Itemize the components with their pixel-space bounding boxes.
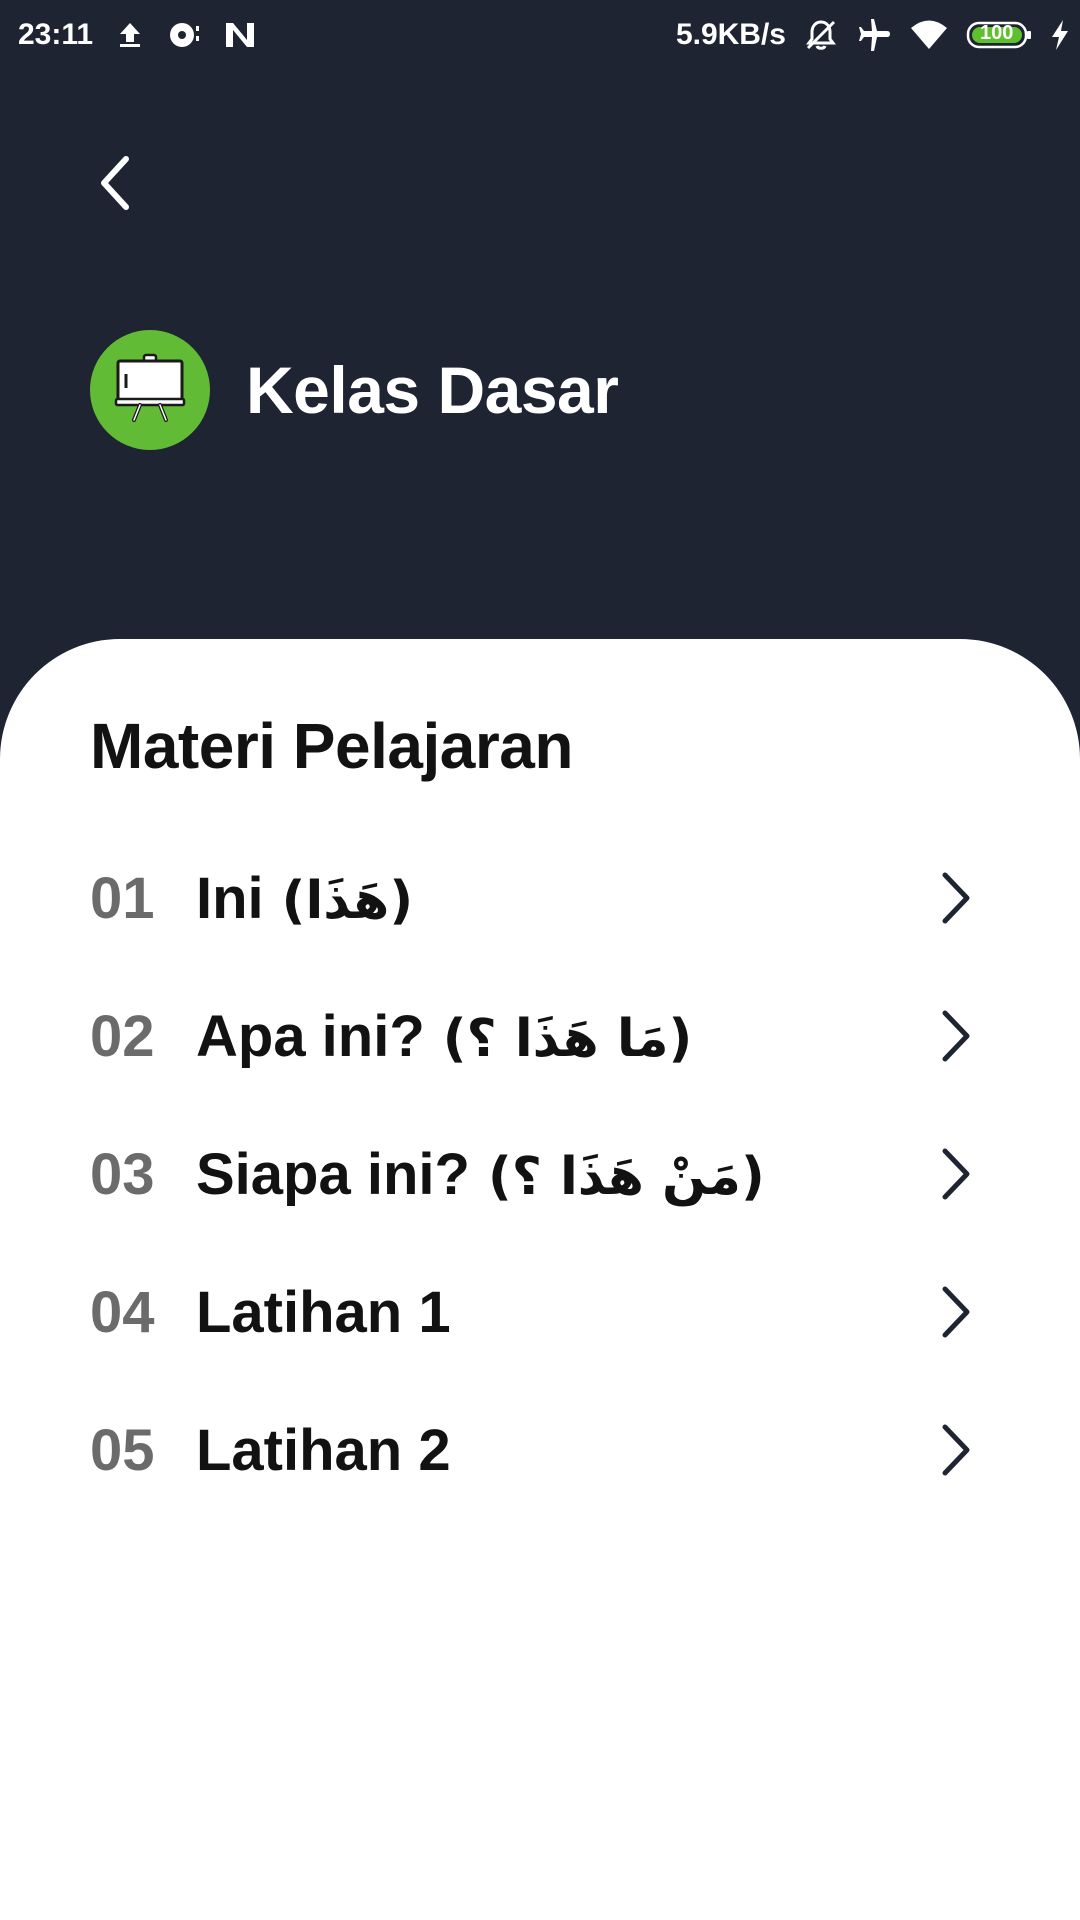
battery-icon: 100 <box>966 20 1032 50</box>
lesson-sheet: Materi Pelajaran 01 Ini (هَذَا) 02 Apa in… <box>0 639 1080 1920</box>
chevron-right-icon <box>938 1285 974 1339</box>
upload-icon <box>115 20 145 50</box>
lesson-title: Ini (هَذَا) <box>196 865 413 932</box>
lesson-title: Apa ini? (مَا هَذَا ؟) <box>196 1003 692 1070</box>
status-time: 23:11 <box>18 18 94 51</box>
chevron-right-icon <box>938 871 974 925</box>
lesson-number: 01 <box>90 865 155 931</box>
whiteboard-easel-icon <box>114 352 186 429</box>
n-logo-icon <box>223 20 257 50</box>
chevron-right-icon <box>938 1009 974 1063</box>
airplane-icon <box>856 18 892 52</box>
mute-icon <box>804 18 838 52</box>
lesson-title: Siapa ini? (مَنْ هَذَا ؟) <box>196 1141 765 1208</box>
lesson-title-text: Latihan 1 <box>196 1279 451 1345</box>
charging-icon <box>1050 19 1070 51</box>
net-speed: 5.9KB/s <box>675 18 786 51</box>
lesson-number: 05 <box>90 1417 155 1483</box>
lesson-item-04[interactable]: 04 Latihan 1 <box>0 1243 1080 1381</box>
lesson-list: 01 Ini (هَذَا) 02 Apa ini? (مَا هَذَا ؟) 0… <box>0 829 1080 1519</box>
lesson-title-text: Siapa ini? <box>196 1141 470 1207</box>
lesson-title-text: Ini <box>196 865 264 931</box>
chevron-right-icon <box>938 1423 974 1477</box>
lesson-arabic: (هَذَا) <box>281 870 414 931</box>
lesson-title-text: Latihan 2 <box>196 1417 451 1483</box>
lesson-item-03[interactable]: 03 Siapa ini? (مَنْ هَذَا ؟) <box>0 1105 1080 1243</box>
class-badge <box>90 330 210 450</box>
battery-level: 100 <box>980 22 1014 44</box>
lesson-arabic: (مَا هَذَا ؟) <box>442 1008 693 1069</box>
lesson-number: 02 <box>90 1003 155 1069</box>
lesson-number: 04 <box>90 1279 155 1345</box>
chevron-right-icon <box>938 1147 974 1201</box>
notification-icon <box>167 20 201 50</box>
back-chevron-icon <box>98 155 132 216</box>
lesson-number: 03 <box>90 1141 155 1207</box>
status-left: 23:11 <box>18 18 257 52</box>
lesson-item-02[interactable]: 02 Apa ini? (مَا هَذَا ؟) <box>0 967 1080 1105</box>
lesson-item-01[interactable]: 01 Ini (هَذَا) <box>0 829 1080 967</box>
status-bar: 23:11 5.9KB/s 100 <box>0 0 1080 72</box>
section-title: Materi Pelajaran <box>90 710 573 782</box>
lesson-title: Latihan 2 <box>196 1417 451 1484</box>
lesson-item-05[interactable]: 05 Latihan 2 <box>0 1381 1080 1519</box>
lesson-title-text: Apa ini? <box>196 1003 425 1069</box>
status-right: 5.9KB/s 100 <box>676 18 1070 52</box>
class-title: Kelas Dasar <box>246 353 619 427</box>
back-button[interactable] <box>90 155 140 215</box>
lesson-title: Latihan 1 <box>196 1279 451 1346</box>
lesson-arabic: (مَنْ هَذَا ؟) <box>487 1146 765 1207</box>
wifi-icon <box>910 19 948 51</box>
